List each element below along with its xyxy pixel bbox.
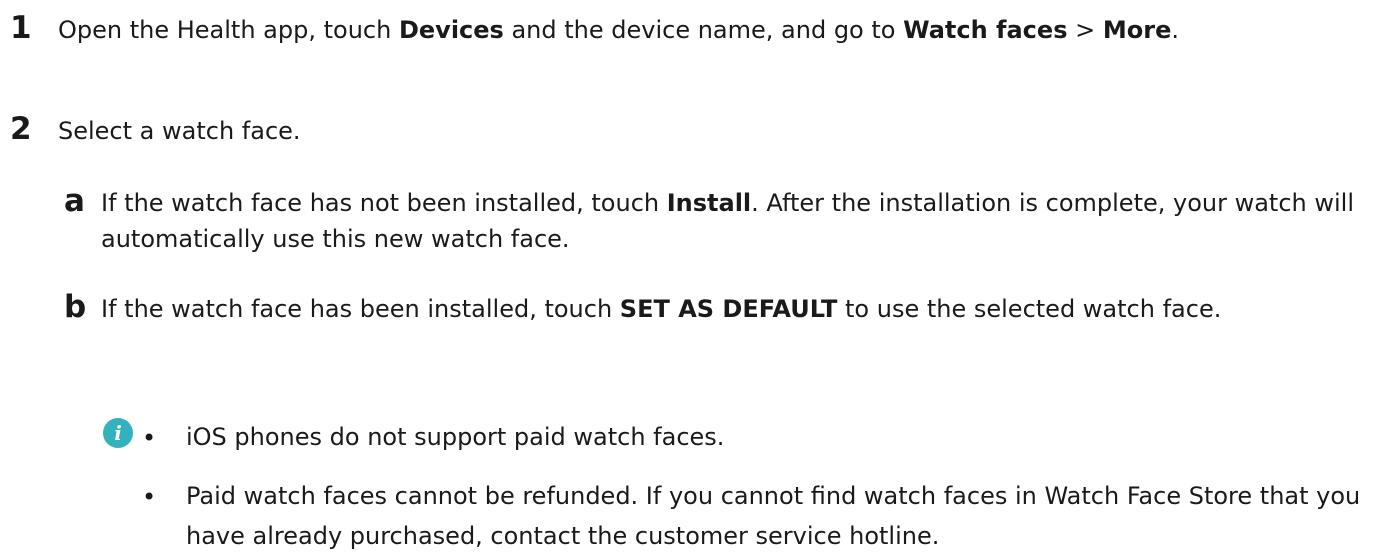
menu-separator: > bbox=[1067, 16, 1103, 44]
info-icon: i bbox=[103, 418, 133, 448]
step-text: Open the Health app, touch Devices and t… bbox=[58, 12, 1358, 48]
substep-letter: a bbox=[64, 183, 85, 219]
substep-text: If the watch face has not been installed… bbox=[101, 185, 1361, 257]
substep-letter: b bbox=[64, 289, 87, 325]
step-number: 2 bbox=[10, 111, 32, 147]
document-page: 1 Open the Health app, touch Devices and… bbox=[0, 0, 1380, 550]
install-label: Install bbox=[666, 189, 752, 217]
step-1-text-part: Open the Health app, touch bbox=[58, 16, 399, 44]
substep-a-text-part: If the watch face has not been installed… bbox=[101, 189, 667, 217]
set-as-default-label: SET AS DEFAULT bbox=[619, 295, 838, 323]
devices-label: Devices bbox=[398, 16, 504, 44]
step-text: Select a watch face. bbox=[58, 117, 301, 145]
substep-b-text-part: If the watch face has been installed, to… bbox=[101, 295, 620, 323]
step-1-text-part: . bbox=[1171, 16, 1179, 44]
bullet-icon: • bbox=[142, 483, 157, 511]
watch-faces-label: Watch faces bbox=[903, 16, 1068, 44]
substep-text: If the watch face has been installed, to… bbox=[101, 291, 1361, 327]
substep-b-text-part: to use the selected watch face. bbox=[837, 295, 1222, 323]
note-text: iOS phones do not support paid watch fac… bbox=[186, 423, 725, 451]
note-text: Paid watch faces cannot be refunded. If … bbox=[186, 482, 1361, 550]
step-1-text-part: and the device name, and go to bbox=[503, 16, 904, 44]
more-label: More bbox=[1102, 16, 1172, 44]
bullet-icon: • bbox=[142, 424, 157, 452]
step-number: 1 bbox=[10, 10, 32, 46]
